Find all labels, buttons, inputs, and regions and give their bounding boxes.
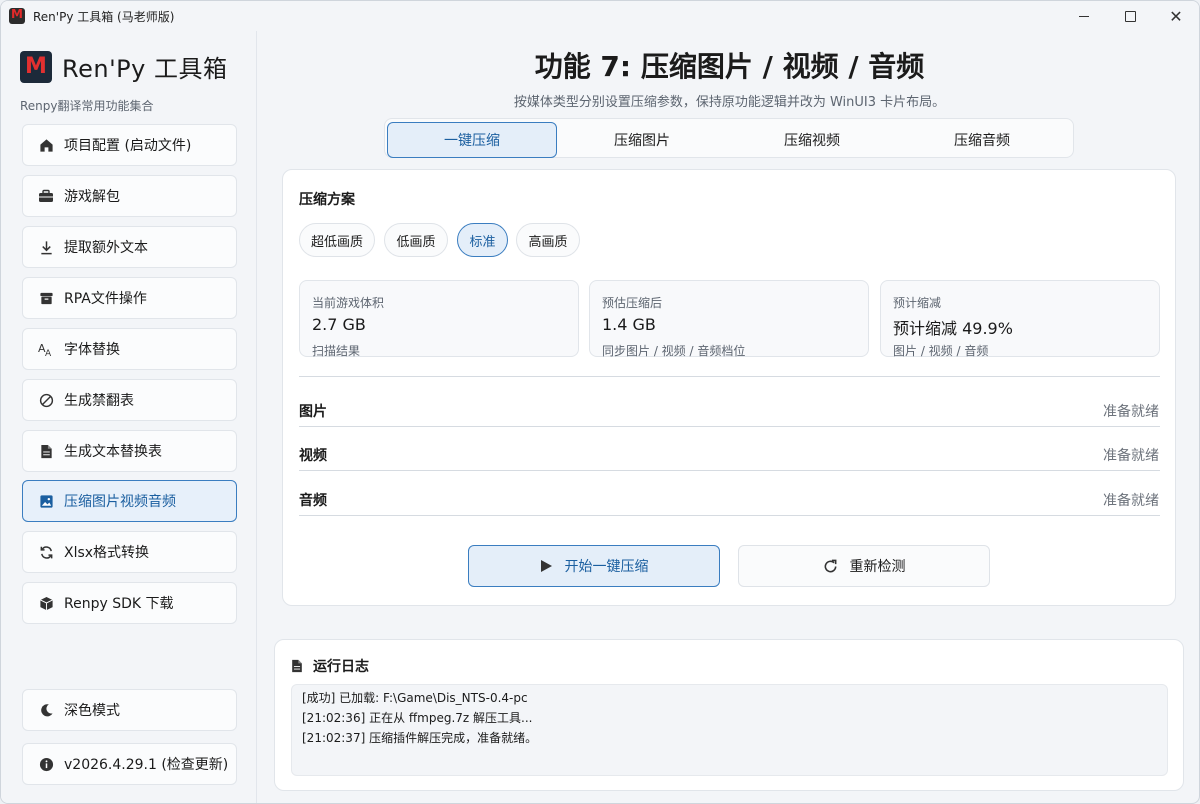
compress-card: 压缩方案 超低画质 低画质 标准 高画质 当前游戏体积 2.7 GB 扫描结果 … — [282, 169, 1176, 606]
sidebar-item-label: 提取额外文本 — [64, 240, 148, 256]
divider — [299, 515, 1160, 516]
sidebar-item-sdk-download[interactable]: Renpy SDK 下载 — [22, 582, 237, 624]
stat-label: 预计缩减 — [893, 296, 942, 310]
window-title: Ren'Py 工具箱 (马老师版) — [33, 9, 175, 24]
brand-subtitle: Renpy翻译常用功能集合 — [20, 99, 154, 113]
sidebar-item-unpack[interactable]: 游戏解包 — [22, 175, 237, 217]
stat-note: 同步图片 / 视频 / 音频档位 — [602, 344, 746, 358]
archive-icon — [37, 289, 55, 307]
main-content: 功能 7: 压缩图片 / 视频 / 音频 按媒体类型分别设置压缩参数，保持原功能… — [258, 31, 1199, 803]
sidebar-item-compress-media[interactable]: 压缩图片视频音频 — [22, 480, 237, 522]
brand-title: Ren'Py 工具箱 — [62, 55, 228, 83]
row-video-label: 视频 — [299, 448, 327, 464]
row-images-status: 准备就绪 — [1103, 404, 1159, 420]
scheme-label: 压缩方案 — [299, 192, 355, 208]
preset-low[interactable]: 低画质 — [384, 223, 448, 257]
minimize-button[interactable] — [1061, 1, 1107, 31]
page-title: 功能 7: 压缩图片 / 视频 / 音频 — [534, 50, 925, 83]
row-video-status: 准备就绪 — [1103, 448, 1159, 464]
image-icon — [37, 492, 55, 510]
package-icon — [37, 594, 55, 612]
log-header: 运行日志 — [291, 656, 369, 676]
row-images-label: 图片 — [299, 404, 327, 420]
block-icon — [37, 391, 55, 409]
download-icon — [37, 238, 55, 256]
briefcase-icon — [37, 187, 55, 205]
sidebar-item-label: 游戏解包 — [64, 189, 120, 205]
stat-label: 预估压缩后 — [602, 296, 663, 310]
stat-label: 当前游戏体积 — [312, 296, 385, 310]
row-audio-label: 音频 — [299, 493, 327, 509]
sidebar-item-label: 压缩图片视频音频 — [64, 494, 176, 510]
sidebar-item-font-replace[interactable]: AA 字体替换 — [22, 328, 237, 370]
tab-bar: 一键压缩 压缩图片 压缩视频 压缩音频 — [384, 118, 1074, 158]
dark-mode-toggle[interactable]: 深色模式 — [22, 689, 237, 731]
play-icon — [540, 559, 553, 573]
recheck-button[interactable]: 重新检测 — [738, 545, 990, 587]
sidebar-item-label: 项目配置 (启动文件) — [64, 138, 192, 154]
sync-icon — [37, 543, 55, 561]
close-button[interactable]: ✕ — [1153, 1, 1199, 31]
start-compress-label: 开始一键压缩 — [564, 559, 649, 575]
sidebar-item-label: Renpy SDK 下载 — [64, 596, 174, 612]
stat-current-size: 当前游戏体积 2.7 GB 扫描结果 — [299, 280, 579, 358]
sidebar-item-text-replace[interactable]: 生成文本替换表 — [22, 430, 237, 472]
row-audio-status: 准备就绪 — [1103, 493, 1159, 509]
document-icon — [37, 442, 55, 460]
stat-note: 图片 / 视频 / 音频 — [893, 344, 989, 358]
sidebar-item-label: Xlsx格式转换 — [64, 545, 150, 561]
sidebar: M Ren'Py 工具箱 Renpy翻译常用功能集合 项目配置 (启动文件) 游… — [1, 31, 257, 803]
stat-value: 预计缩减 49.9% — [893, 319, 1013, 338]
sidebar-item-extract-text[interactable]: 提取额外文本 — [22, 226, 237, 268]
page-subtitle: 按媒体类型分别设置压缩参数，保持原功能逻辑并改为 WinUI3 卡片布局。 — [513, 95, 946, 110]
divider — [299, 470, 1160, 471]
preset-standard[interactable]: 标准 — [457, 223, 508, 257]
log-line: [成功] 已加载: F:\Game\Dis_NTS-0.4-pc — [302, 691, 528, 705]
preset-high[interactable]: 高画质 — [516, 223, 580, 257]
app-logo-icon — [9, 8, 25, 24]
brand-logo-icon: M — [20, 50, 52, 83]
home-icon — [37, 136, 55, 154]
divider — [299, 376, 1160, 377]
preset-ultra-low[interactable]: 超低画质 — [299, 223, 375, 257]
stat-value: 2.7 GB — [312, 315, 366, 334]
log-output[interactable]: [成功] 已加载: F:\Game\Dis_NTS-0.4-pc [21:02:… — [291, 684, 1168, 776]
sidebar-item-no-translate[interactable]: 生成禁翻表 — [22, 379, 237, 421]
version-check-button[interactable]: v2026.4.29.1 (检查更新) — [22, 743, 237, 785]
tab-compress-video[interactable]: 压缩视频 — [727, 122, 897, 158]
stat-estimated-size: 预估压缩后 1.4 GB 同步图片 / 视频 / 音频档位 — [589, 280, 869, 358]
stat-value: 1.4 GB — [602, 315, 656, 334]
start-compress-button[interactable]: 开始一键压缩 — [468, 545, 720, 587]
log-line: [21:02:36] 正在从 ffmpeg.7z 解压工具... — [302, 711, 533, 725]
stat-note: 扫描结果 — [312, 344, 361, 358]
refresh-icon — [823, 559, 838, 574]
sidebar-item-label: 生成文本替换表 — [64, 444, 162, 460]
sidebar-item-project-config[interactable]: 项目配置 (启动文件) — [22, 124, 237, 166]
info-icon — [37, 755, 55, 773]
divider — [299, 426, 1160, 427]
log-title: 运行日志 — [313, 659, 369, 675]
tab-compress-audio[interactable]: 压缩音频 — [897, 122, 1067, 158]
sidebar-item-label: 字体替换 — [64, 342, 120, 358]
sidebar-item-xlsx-convert[interactable]: Xlsx格式转换 — [22, 531, 237, 573]
document-icon — [291, 659, 303, 673]
stat-reduction: 预计缩减 预计缩减 49.9% 图片 / 视频 / 音频 — [880, 280, 1160, 358]
maximize-button[interactable] — [1107, 1, 1153, 31]
recheck-label: 重新检测 — [849, 559, 906, 575]
sidebar-item-label: 生成禁翻表 — [64, 393, 134, 409]
version-label: v2026.4.29.1 (检查更新) — [64, 757, 229, 773]
moon-icon — [37, 701, 55, 719]
dark-mode-label: 深色模式 — [64, 703, 120, 719]
log-line: [21:02:37] 压缩插件解压完成，准备就绪。 — [302, 731, 538, 745]
tab-compress-images[interactable]: 压缩图片 — [557, 122, 727, 158]
sidebar-item-rpa[interactable]: RPA文件操作 — [22, 277, 237, 319]
svg-text:A: A — [45, 349, 52, 357]
log-card: 运行日志 [成功] 已加载: F:\Game\Dis_NTS-0.4-pc [2… — [274, 639, 1184, 791]
brand: M Ren'Py 工具箱 — [20, 49, 227, 84]
tab-one-click-compress[interactable]: 一键压缩 — [387, 122, 557, 158]
sidebar-item-label: RPA文件操作 — [64, 291, 147, 307]
title-bar: Ren'Py 工具箱 (马老师版) ✕ — [1, 1, 1199, 31]
app-window: Ren'Py 工具箱 (马老师版) ✕ M Ren'Py 工具箱 Renpy翻译… — [0, 0, 1200, 804]
font-icon: AA — [37, 340, 55, 358]
